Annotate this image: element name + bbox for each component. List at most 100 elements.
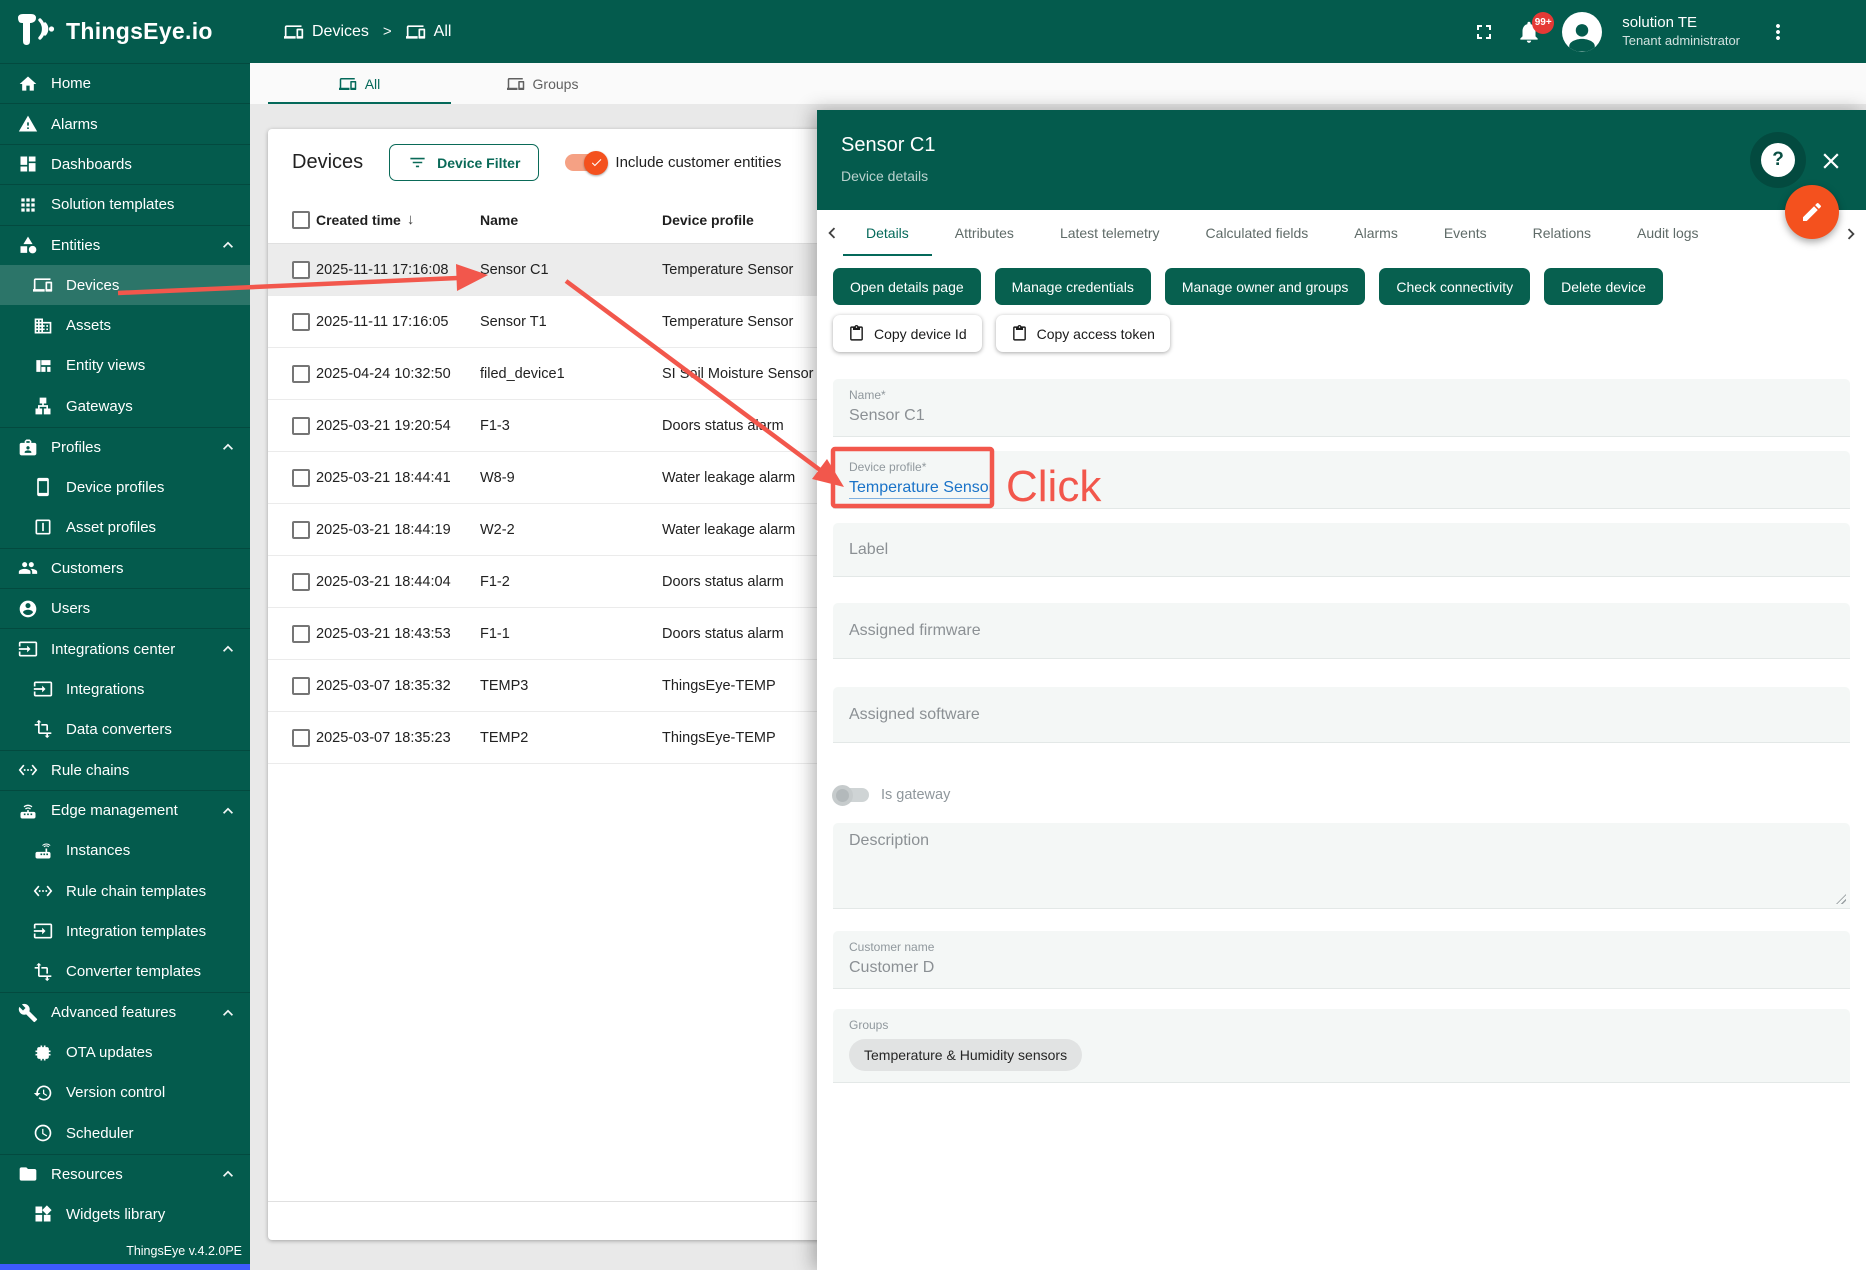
gateway-toggle-thumb xyxy=(832,785,853,806)
sidebar-item-integration-templates[interactable]: Integration templates xyxy=(0,911,250,951)
sidebar-item-alarms[interactable]: Alarms xyxy=(0,103,250,143)
description-field[interactable]: Description xyxy=(833,823,1850,909)
drawer-tab-attributes[interactable]: Attributes xyxy=(932,210,1037,256)
label-field[interactable]: Label xyxy=(833,523,1850,577)
sidebar-item-data-converters[interactable]: Data converters xyxy=(0,709,250,749)
open-details-page-button[interactable]: Open details page xyxy=(833,268,981,305)
sidebar-item-rule-chain-templates[interactable]: Rule chain templates xyxy=(0,871,250,911)
sidebar-item-instances[interactable]: Instances xyxy=(0,830,250,870)
row-checkbox[interactable] xyxy=(292,573,310,591)
app-logo[interactable]: ThingsEye.io xyxy=(0,12,250,52)
row-checkbox[interactable] xyxy=(292,365,310,383)
row-checkbox[interactable] xyxy=(292,417,310,435)
device-profile-field[interactable]: Device profile* Temperature Sensor xyxy=(833,451,1850,509)
chevron-up-icon xyxy=(218,235,238,255)
select-all-checkbox[interactable] xyxy=(292,211,310,229)
row-checkbox[interactable] xyxy=(292,729,310,747)
more-menu-button[interactable] xyxy=(1766,20,1790,44)
sidebar-item-advanced-features[interactable]: Advanced features xyxy=(0,992,250,1032)
assigned-firmware-field[interactable]: Assigned firmware xyxy=(833,603,1850,659)
column-name[interactable]: Name xyxy=(480,212,518,228)
tabs-scroll-left-button[interactable] xyxy=(821,222,843,244)
user-info[interactable]: solution TE Tenant administrator xyxy=(1622,14,1740,49)
drawer-tab-relations[interactable]: Relations xyxy=(1510,210,1614,256)
sidebar-item-label: Users xyxy=(51,600,90,617)
column-created-time[interactable]: Created time xyxy=(316,212,401,228)
sidebar-item-widgets-library[interactable]: Widgets library xyxy=(0,1194,250,1234)
sidebar-item-resources[interactable]: Resources xyxy=(0,1154,250,1194)
sidebar-item-rule-chains[interactable]: Rule chains xyxy=(0,750,250,790)
sidebar-item-integrations[interactable]: Integrations xyxy=(0,669,250,709)
sidebar-item-version-control[interactable]: Version control xyxy=(0,1073,250,1113)
manage-owner-and-groups-button[interactable]: Manage owner and groups xyxy=(1165,268,1366,305)
sidebar: HomeAlarmsDashboardsSolution templatesEn… xyxy=(0,63,250,1270)
cell-name: F1-1 xyxy=(480,626,510,642)
row-checkbox[interactable] xyxy=(292,625,310,643)
row-checkbox[interactable] xyxy=(292,521,310,539)
textarea-resize-handle[interactable] xyxy=(1836,894,1846,904)
drawer-tab-details[interactable]: Details xyxy=(843,210,932,256)
sidebar-item-home[interactable]: Home xyxy=(0,63,250,103)
tab-all[interactable]: All xyxy=(268,63,451,104)
assigned-software-field[interactable]: Assigned software xyxy=(833,687,1850,743)
drawer-tab-latest-telemetry[interactable]: Latest telemetry xyxy=(1037,210,1183,256)
cell-name: W8-9 xyxy=(480,470,515,486)
sidebar-item-ota-updates[interactable]: OTA updates xyxy=(0,1032,250,1072)
sidebar-item-edge-management[interactable]: Edge management xyxy=(0,790,250,830)
sidebar-item-devices[interactable]: Devices xyxy=(0,265,250,305)
is-gateway-toggle[interactable]: Is gateway xyxy=(833,783,1850,807)
tabs-scroll-right-button[interactable] xyxy=(1840,223,1862,245)
sidebar-item-scheduler[interactable]: Scheduler xyxy=(0,1113,250,1153)
name-field[interactable]: Name* Sensor C1 xyxy=(833,379,1850,437)
row-checkbox[interactable] xyxy=(292,313,310,331)
notifications-button[interactable]: 99+ xyxy=(1516,19,1542,45)
row-checkbox[interactable] xyxy=(292,469,310,487)
manage-credentials-button[interactable]: Manage credentials xyxy=(995,268,1151,305)
row-checkbox[interactable] xyxy=(292,677,310,695)
group-chip[interactable]: Temperature & Humidity sensors xyxy=(849,1039,1082,1071)
delete-device-button[interactable]: Delete device xyxy=(1544,268,1663,305)
copy-access-token-button[interactable]: Copy access token xyxy=(996,315,1170,352)
fullscreen-button[interactable] xyxy=(1472,20,1496,44)
close-drawer-button[interactable] xyxy=(1818,148,1844,174)
copy-device-id-button[interactable]: Copy device Id xyxy=(833,315,982,352)
device-filter-button[interactable]: Device Filter xyxy=(389,144,539,181)
sidebar-item-users[interactable]: Users xyxy=(0,588,250,628)
sidebar-item-dashboards[interactable]: Dashboards xyxy=(0,144,250,184)
sidebar-item-asset-profiles[interactable]: Asset profiles xyxy=(0,507,250,547)
device-profile-link[interactable]: Temperature Sensor xyxy=(849,479,994,499)
drawer-tab-events[interactable]: Events xyxy=(1421,210,1510,256)
include-customer-entities-toggle[interactable]: Include customer entities xyxy=(565,154,781,171)
profiles-icon xyxy=(18,437,38,457)
breadcrumb-all[interactable]: All xyxy=(406,22,452,42)
cell-device-profile: Doors status alarm xyxy=(662,574,784,590)
cell-device-profile: ThingsEye-TEMP xyxy=(662,730,776,746)
help-button[interactable]: ? xyxy=(1750,132,1806,188)
column-device-profile[interactable]: Device profile xyxy=(662,212,754,228)
drawer-tab-calculated-fields[interactable]: Calculated fields xyxy=(1183,210,1332,256)
page-title: Devices xyxy=(292,151,363,174)
sidebar-item-profiles[interactable]: Profiles xyxy=(0,427,250,467)
edit-fab-button[interactable] xyxy=(1785,185,1839,239)
sort-desc-icon[interactable]: ↓ xyxy=(407,211,415,228)
sidebar-item-entities[interactable]: Entities xyxy=(0,225,250,265)
asset-profile-icon xyxy=(33,517,53,537)
check-connectivity-button[interactable]: Check connectivity xyxy=(1379,268,1530,305)
tab-groups[interactable]: Groups xyxy=(451,63,634,104)
sidebar-item-gateways[interactable]: Gateways xyxy=(0,386,250,426)
drawer-tab-audit-logs[interactable]: Audit logs xyxy=(1614,210,1721,256)
sidebar-item-integrations-center[interactable]: Integrations center xyxy=(0,628,250,668)
avatar[interactable] xyxy=(1562,12,1602,52)
tab-label: All xyxy=(365,76,381,92)
drawer-tab-alarms[interactable]: Alarms xyxy=(1331,210,1421,256)
breadcrumb-devices[interactable]: Devices xyxy=(284,22,369,42)
sidebar-item-customers[interactable]: Customers xyxy=(0,548,250,588)
sidebar-item-entity-views[interactable]: Entity views xyxy=(0,346,250,386)
row-checkbox[interactable] xyxy=(292,261,310,279)
sidebar-item-assets[interactable]: Assets xyxy=(0,305,250,345)
sidebar-item-solution-templates[interactable]: Solution templates xyxy=(0,184,250,224)
drawer-subtitle: Device details xyxy=(841,168,1866,184)
sidebar-item-converter-templates[interactable]: Converter templates xyxy=(0,952,250,992)
sidebar-item-device-profiles[interactable]: Device profiles xyxy=(0,467,250,507)
sidebar-item-label: Gateways xyxy=(66,398,133,415)
